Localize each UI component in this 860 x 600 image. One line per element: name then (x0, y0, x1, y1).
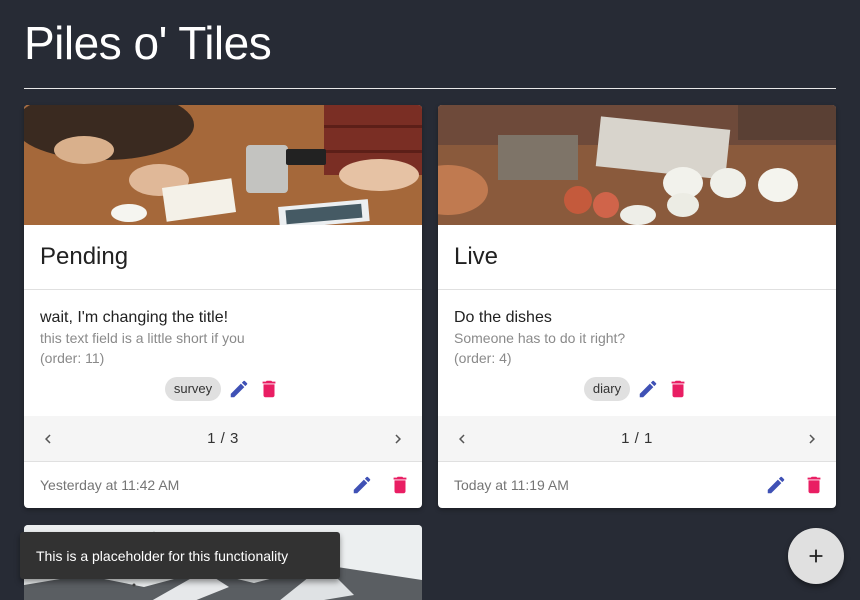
edit-item-icon[interactable] (636, 377, 660, 401)
title-divider (24, 88, 836, 89)
card-image-cups (438, 105, 836, 225)
card-title: Pending (24, 225, 422, 290)
timestamp: Yesterday at 11:42 AM (40, 477, 180, 493)
edit-item-icon[interactable] (227, 377, 251, 401)
item-title: wait, I'm changing the title! (40, 309, 229, 326)
card-actions (764, 473, 826, 497)
delete-item-icon[interactable] (666, 377, 690, 401)
card-body: wait, I'm changing the title! this text … (24, 290, 422, 366)
edit-card-icon[interactable] (764, 473, 788, 497)
card-footer: Yesterday at 11:42 AM (24, 462, 422, 508)
item-title: Do the dishes (454, 309, 552, 326)
plus-icon (809, 549, 823, 563)
item-actions: survey (24, 362, 422, 416)
chevron-left-icon[interactable] (36, 427, 60, 451)
app-title: Piles o' Tiles (24, 17, 272, 69)
card-image-meeting (24, 105, 422, 225)
card-title: Live (438, 225, 836, 290)
pager: 1 / 1 (438, 416, 836, 462)
card-footer: Today at 11:19 AM (438, 462, 836, 508)
item-text: Someone has to do it right? (454, 330, 626, 346)
tile-card-live: Live Do the dishes Someone has to do it … (438, 105, 836, 508)
card-body: Do the dishes Someone has to do it right… (438, 290, 836, 366)
pager-text: 1 / 1 (621, 430, 653, 447)
pager: 1 / 3 (24, 416, 422, 462)
add-tile-button[interactable] (788, 528, 844, 584)
chevron-right-icon[interactable] (386, 427, 410, 451)
tile-card-pending: Pending wait, I'm changing the title! th… (24, 105, 422, 508)
card-actions (350, 473, 412, 497)
timestamp: Today at 11:19 AM (454, 477, 569, 493)
snackbar-message: This is a placeholder for this functiona… (36, 547, 289, 564)
tag-chip[interactable]: survey (164, 377, 222, 401)
chevron-left-icon[interactable] (450, 427, 474, 451)
snackbar: This is a placeholder for this functiona… (20, 532, 340, 579)
item-text: this text field is a little short if you (40, 330, 245, 346)
item-actions: diary (438, 362, 836, 416)
edit-card-icon[interactable] (350, 473, 374, 497)
pager-text: 1 / 3 (207, 430, 239, 447)
delete-item-icon[interactable] (257, 377, 281, 401)
chevron-right-icon[interactable] (800, 427, 824, 451)
tag-chip[interactable]: diary (583, 377, 631, 401)
delete-card-icon[interactable] (802, 473, 826, 497)
delete-card-icon[interactable] (388, 473, 412, 497)
